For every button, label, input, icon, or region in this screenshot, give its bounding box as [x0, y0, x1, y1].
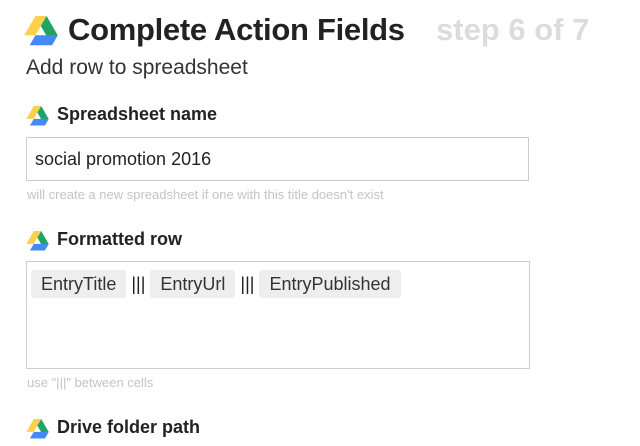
ingredient-chip[interactable]: EntryTitle [31, 270, 127, 298]
spreadsheet-name-input[interactable]: social promotion 2016 [26, 137, 529, 181]
page-title: Complete Action Fields [68, 12, 405, 47]
field-label-text: Formatted row [57, 229, 183, 249]
ingredient-chip[interactable]: EntryUrl [150, 270, 236, 298]
field-label-text: Spreadsheet name [57, 104, 218, 124]
ingredient-chips: EntryTitle ||| EntryUrl ||| EntryPublish… [31, 270, 401, 298]
page-header: Complete Action Fields step 6 of 7 [24, 10, 624, 47]
formatted-row-input[interactable]: EntryTitle ||| EntryUrl ||| EntryPublish… [26, 261, 530, 369]
cell-separator: ||| [240, 274, 255, 294]
action-name: Add row to spreadsheet [26, 56, 248, 79]
google-drive-icon [24, 16, 58, 46]
step-indicator: step 6 of 7 [436, 12, 590, 47]
ingredient-chip[interactable]: EntryPublished [259, 270, 401, 298]
field-label-text: Drive folder path [57, 417, 201, 437]
spreadsheet-name-helper: will create a new spreadsheet if one wit… [27, 187, 384, 202]
google-drive-icon [26, 106, 49, 126]
google-drive-icon [26, 231, 49, 251]
cell-separator: ||| [131, 274, 146, 294]
formatted-row-helper: use "|||" between cells [27, 375, 154, 390]
google-drive-icon [26, 419, 49, 439]
